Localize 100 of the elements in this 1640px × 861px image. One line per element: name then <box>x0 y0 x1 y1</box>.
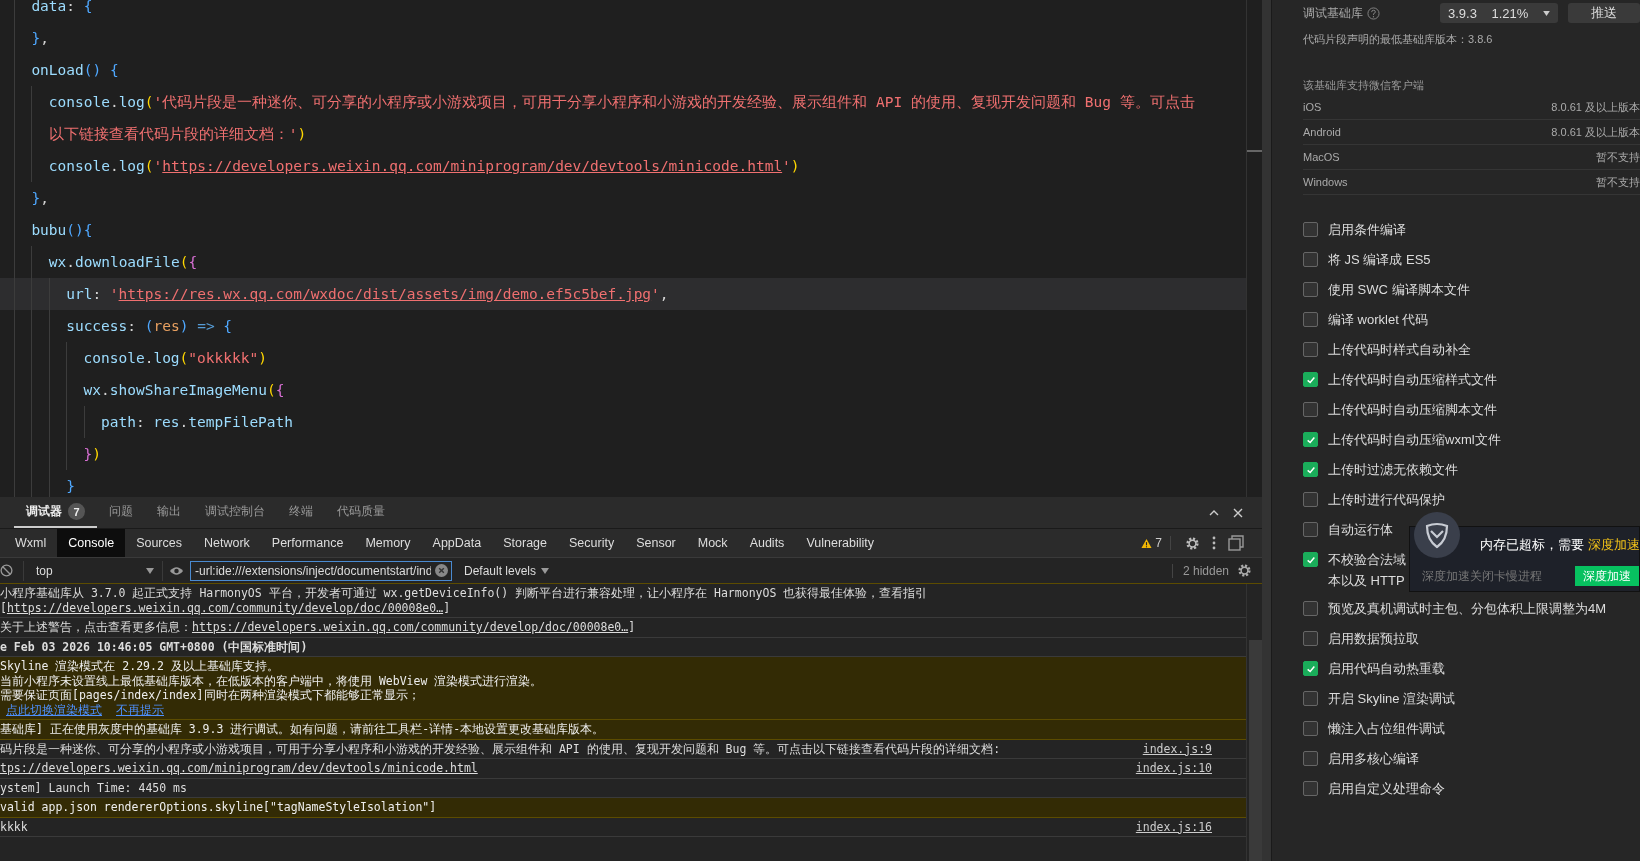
option-label: 上传代码时样式自动补全 <box>1328 341 1471 358</box>
panel-tab[interactable]: 调试控制台 <box>193 497 277 528</box>
devtools-tab[interactable]: Vulnerability <box>795 529 885 557</box>
checkbox[interactable] <box>1303 312 1318 327</box>
option-label: 将 JS 编译成 ES5 <box>1328 251 1431 268</box>
checkbox[interactable] <box>1303 252 1318 267</box>
option-label: 上传时过滤无依赖文件 <box>1328 461 1458 478</box>
devtools-tab[interactable]: Audits <box>738 529 796 557</box>
option-label: 上传代码时自动压缩脚本文件 <box>1328 401 1497 418</box>
checkbox[interactable] <box>1303 601 1318 616</box>
levels-dropdown[interactable]: Default levels <box>458 562 556 579</box>
checkbox[interactable] <box>1303 342 1318 357</box>
checkbox[interactable] <box>1303 402 1318 417</box>
devtools-tab[interactable]: Network <box>193 529 261 557</box>
checkbox[interactable] <box>1303 462 1318 477</box>
console-message: kkkk <box>0 819 29 834</box>
check-icon <box>1305 374 1316 385</box>
devtools-tab[interactable]: Wxml <box>4 529 58 557</box>
link[interactable]: 点此切换渲染模式 <box>6 703 102 716</box>
checkbox[interactable] <box>1303 492 1318 507</box>
code-line: success: (res) => { <box>66 317 233 336</box>
warning-count[interactable]: 7 <box>1141 536 1171 550</box>
console-message: 码片段是一种迷你、可分享的小程序或小游戏项目，可用于分享小程序和小游戏的开发经验、展示组件和 API 的使用、复现开发问题和 Bug 等。可点击以下链接查看代码片段的详细文档: <box>0 741 1002 756</box>
code-line: }) <box>83 445 102 464</box>
console-message: 小程序基础库从 3.7.0 起正式支持 HarmonyOS 平台，开发者可通过 wx.getDeviceInfo() 判断平台进行兼容处理，让小程序在 HarmonyOS 也获得最佳体验，查看指引[https://developers.weixin.qq.com/community/develop/doc/00008e0…] <box>0 586 929 615</box>
link[interactable]: https://developers.weixin.qq.com/community/develop/doc/00008e0… <box>6 600 444 615</box>
check-icon <box>1305 663 1316 674</box>
link[interactable]: tps://developers.weixin.qq.com/miniprogram/dev/devtools/minicode.html <box>0 761 1116 776</box>
devtools-tab[interactable]: Security <box>558 529 626 557</box>
splitter[interactable] <box>1262 0 1272 861</box>
section-title: 该基础库支持微信客户端 <box>1303 78 1425 93</box>
option-label: 启用条件编译 <box>1328 221 1406 238</box>
warning-icon <box>1141 537 1153 549</box>
panel-tab[interactable]: 问题 <box>97 497 145 528</box>
code-line: console.log("okkkkk") <box>83 349 267 368</box>
check-icon <box>1305 434 1316 445</box>
checkbox[interactable] <box>1303 282 1318 297</box>
checkbox[interactable] <box>1303 751 1318 766</box>
link[interactable]: 不再提示 <box>116 703 164 716</box>
check-icon <box>1305 554 1316 565</box>
source-link[interactable]: index.js:10 <box>1115 761 1246 775</box>
more-icon[interactable] <box>1212 536 1216 550</box>
hidden-count: 2 hidden <box>1171 563 1229 578</box>
console-message: e Feb 03 2026 10:46:05 GMT+0800 (中国标准时间) <box>0 639 309 654</box>
caret-icon <box>146 567 154 574</box>
option-label: 上传代码时自动压缩wxml文件 <box>1328 431 1501 448</box>
scrollbar-marker <box>1247 150 1262 152</box>
clear-icon[interactable] <box>435 564 448 577</box>
code-line: url: 'https://res.wx.qq.com/wxdoc/dist/assets/img/demo.ef5c5bef.jpg', <box>66 285 669 304</box>
checkbox[interactable] <box>1303 432 1318 447</box>
min-version-note: 代码片段声明的最低基础库版本：3.8.6 <box>1303 32 1494 47</box>
option-label: 使用 SWC 编译脚本文件 <box>1328 281 1470 298</box>
checkbox[interactable] <box>1303 372 1318 387</box>
console-message: 关于上述警告，点击查看更多信息：https://developers.weixin.qq.com/community/develop/doc/00008e0…] <box>0 620 637 635</box>
devtools-tab[interactable]: Sources <box>125 529 193 557</box>
clear-console-icon[interactable] <box>0 564 13 577</box>
option-label: 开启 Skyline 渲染调试 <box>1328 690 1456 707</box>
panel-tab[interactable]: 终端 <box>277 497 325 528</box>
filter-field[interactable]: -url:ide:///extensions/inject/documentstart/ind <box>190 560 452 581</box>
link[interactable]: https://developers.weixin.qq.com/community/develop/doc/00008e0… <box>192 620 629 634</box>
code-line: onLoad() { <box>31 61 119 80</box>
version-dropdown[interactable]: 3.9.3 1.21% <box>1440 3 1558 23</box>
checkbox[interactable] <box>1303 522 1318 537</box>
checkbox[interactable] <box>1303 552 1318 567</box>
platform-name: Android <box>1303 126 1341 138</box>
panel-tab[interactable]: 输出 <box>145 497 193 528</box>
context-select[interactable]: top <box>23 560 163 581</box>
checkbox[interactable] <box>1303 222 1318 237</box>
close-icon[interactable] <box>1232 506 1244 519</box>
devtools-tab[interactable]: Memory <box>354 529 422 557</box>
help-icon[interactable] <box>1367 6 1380 20</box>
devtools-tab[interactable]: Console <box>57 529 126 557</box>
console-message: ystem] Launch Time: 4450 ms <box>0 780 188 795</box>
devtools-tab[interactable]: AppData <box>421 529 493 557</box>
push-button[interactable]: 推送 <box>1568 3 1640 23</box>
checkbox[interactable] <box>1303 661 1318 676</box>
checkbox[interactable] <box>1303 721 1318 736</box>
source-link[interactable]: index.js:16 <box>1115 819 1246 834</box>
option-label: 启用多核心编译 <box>1328 750 1419 767</box>
source-link[interactable]: index.js:9 <box>1122 741 1246 756</box>
devtools-tab[interactable]: Performance <box>260 529 355 557</box>
library-label: 调试基础库 <box>1303 4 1363 22</box>
caret-icon <box>541 567 550 574</box>
support-status: 8.0.61 及以上版本 <box>1551 124 1640 140</box>
eye-icon[interactable] <box>169 565 184 576</box>
code-line: path: res.tempFilePath <box>100 413 294 432</box>
devtools-tab[interactable]: Mock <box>686 529 739 557</box>
code-line: console.log('https://developers.weixin.qq.com/miniprogram/dev/devtools/minicode.html') <box>48 157 800 176</box>
panel-tab[interactable]: 代码质量 <box>325 497 397 528</box>
settings-icon[interactable] <box>1237 563 1252 578</box>
checkbox[interactable] <box>1303 691 1318 706</box>
option-label: 启用数据预拉取 <box>1328 630 1419 647</box>
checkbox[interactable] <box>1303 631 1318 646</box>
platform-name: iOS <box>1303 101 1322 113</box>
devtools-tab[interactable]: Storage <box>492 529 558 557</box>
checkbox[interactable] <box>1303 781 1318 796</box>
support-status: 8.0.61 及以上版本 <box>1551 99 1640 115</box>
settings-icon[interactable] <box>1185 535 1200 551</box>
devtools-tab[interactable]: Sensor <box>625 529 687 557</box>
dock-icon[interactable] <box>1228 535 1244 551</box>
